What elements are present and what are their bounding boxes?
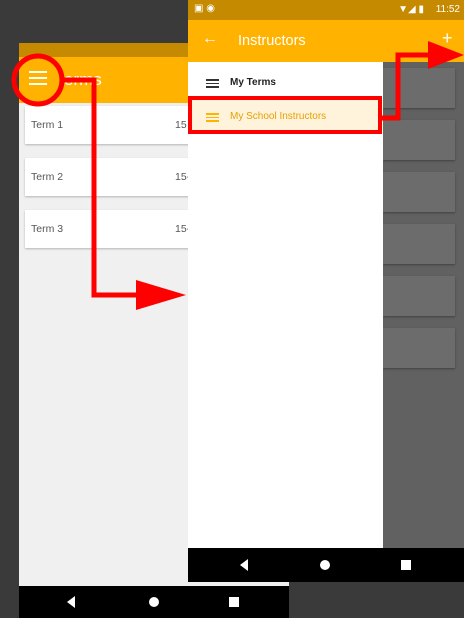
drawer-item-label: My School Instructors xyxy=(230,111,327,122)
drawer-item-my-terms[interactable]: My Terms xyxy=(188,66,383,100)
status-signal-icons: ▼◢ ▮ xyxy=(398,4,424,15)
recents-nav-icon[interactable] xyxy=(401,560,411,570)
term-name: Term 1 xyxy=(31,119,64,131)
list-icon xyxy=(206,113,219,122)
back-page-title: erms xyxy=(64,70,102,89)
front-status-bar: ▣ ◉ ▼◢ ▮ 11:52 xyxy=(188,0,464,20)
home-nav-icon[interactable] xyxy=(149,597,159,607)
list-item xyxy=(383,224,455,264)
list-item xyxy=(383,172,455,212)
navigation-drawer: My Terms My School Instructors xyxy=(188,62,383,548)
back-nav-icon[interactable] xyxy=(240,559,248,571)
front-app-bar: ← Instructors + xyxy=(188,20,464,62)
status-time: 11:52 xyxy=(435,4,460,15)
recents-nav-icon[interactable] xyxy=(229,597,239,607)
front-phone-screen: ▣ ◉ ▼◢ ▮ 11:52 ← Instructors + My Terms … xyxy=(188,0,464,582)
term-name: Term 2 xyxy=(31,171,64,183)
term-date: 15 xyxy=(175,119,187,131)
list-icon xyxy=(206,79,219,88)
menu-icon[interactable] xyxy=(29,71,47,85)
front-navigation-bar xyxy=(188,548,464,582)
list-item xyxy=(383,68,455,108)
back-arrow-icon[interactable]: ← xyxy=(202,30,218,48)
back-navigation-bar xyxy=(19,586,289,618)
front-page-title: Instructors xyxy=(238,33,306,49)
drawer-item-my-school-instructors[interactable]: My School Instructors xyxy=(188,100,383,134)
list-item xyxy=(383,276,455,316)
back-nav-icon[interactable] xyxy=(67,596,75,608)
drawer-item-label: My Terms xyxy=(230,77,276,88)
term-name: Term 3 xyxy=(31,223,64,235)
plus-icon[interactable]: + xyxy=(442,28,453,49)
home-nav-icon[interactable] xyxy=(320,560,330,570)
status-notification-icons: ▣ ◉ xyxy=(194,3,215,14)
list-item xyxy=(383,328,455,368)
list-item xyxy=(383,120,455,160)
